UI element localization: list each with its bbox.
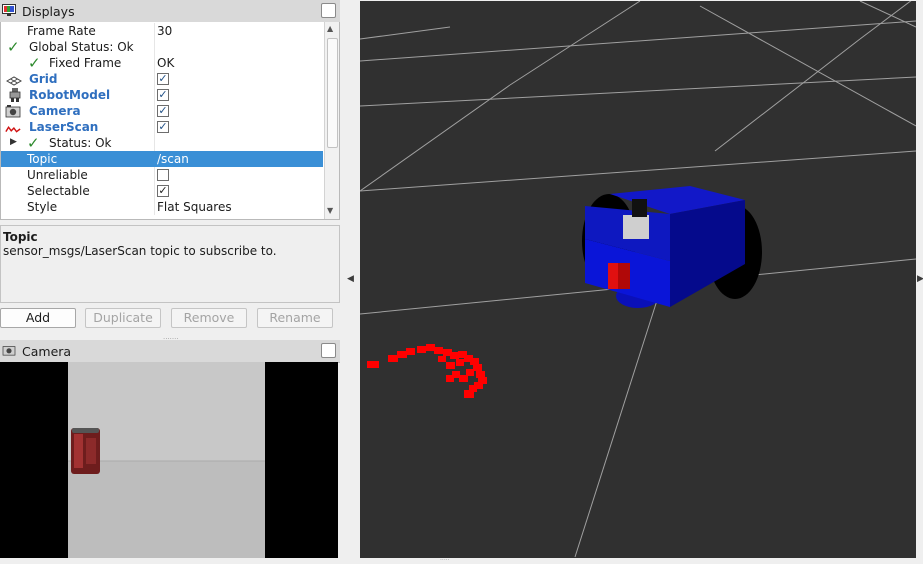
monitor-icon	[2, 4, 16, 16]
laser-scan-icon	[5, 125, 21, 133]
camera-title: Camera	[22, 344, 72, 359]
robotmodel-enabled-checkbox[interactable]: ✓	[157, 89, 169, 101]
camera-enabled-checkbox[interactable]: ✓	[157, 105, 169, 117]
tree-row-unreliable[interactable]: Unreliable	[1, 167, 323, 183]
scroll-up-icon[interactable]: ▲	[327, 24, 333, 33]
bottom-resize-grip[interactable]: ·····	[440, 557, 460, 564]
tree-row-laserscan-status[interactable]: ▶ ✓ Status: Ok	[1, 135, 323, 151]
tree-row-robotmodel[interactable]: RobotModel ✓	[1, 87, 323, 103]
camera-image	[0, 362, 338, 558]
row-label: Unreliable	[27, 168, 88, 182]
duplicate-button[interactable]: Duplicate	[85, 308, 161, 328]
row-label: Selectable	[27, 184, 90, 198]
camera-undock-button[interactable]	[321, 343, 336, 358]
laserscan-enabled-checkbox[interactable]: ✓	[157, 121, 169, 133]
row-label: RobotModel	[29, 88, 111, 102]
topic-value[interactable]: /scan	[157, 152, 189, 166]
row-label: Fixed Frame	[49, 56, 122, 70]
render-3d-view[interactable]	[360, 1, 916, 558]
camera-scene	[68, 362, 265, 558]
tree-row-camera[interactable]: Camera ✓	[1, 103, 323, 119]
row-label: Topic	[27, 152, 58, 166]
camera-header: Camera	[0, 340, 340, 363]
row-label: Frame Rate	[27, 24, 96, 38]
displays-title: Displays	[22, 4, 75, 19]
description-title: Topic	[3, 230, 38, 244]
description-text: sensor_msgs/LaserScan topic to subscribe…	[3, 244, 277, 258]
camera-panel: Camera	[0, 340, 340, 563]
row-label: Camera	[29, 104, 81, 118]
fixed-frame-value: OK	[157, 56, 175, 70]
grid-enabled-checkbox[interactable]: ✓	[157, 73, 169, 85]
tree-row-fixed-frame[interactable]: ✓ Fixed Frame OK	[1, 55, 323, 71]
tree-row-style[interactable]: Style Flat Squares	[1, 199, 323, 215]
row-label: Status: Ok	[49, 136, 112, 150]
row-label: Global Status: Ok	[29, 40, 134, 54]
selectable-checkbox[interactable]: ✓	[157, 185, 169, 197]
laser-scan-points	[367, 344, 487, 398]
check-icon: ✓	[28, 54, 41, 72]
row-label: LaserScan	[29, 120, 99, 134]
property-description: Topic sensor_msgs/LaserScan topic to sub…	[0, 225, 340, 303]
frame-rate-value[interactable]: 30	[157, 24, 172, 38]
robot-icon	[9, 88, 21, 102]
tree-row-global-status[interactable]: ✓ Global Status: Ok	[1, 39, 323, 55]
tree-row-laserscan[interactable]: LaserScan ✓	[1, 119, 323, 135]
camera-icon	[5, 105, 21, 118]
scroll-down-icon[interactable]: ▼	[327, 206, 333, 215]
row-label: Grid	[29, 72, 58, 86]
row-label: Style	[27, 200, 58, 214]
scene-3d	[360, 1, 916, 558]
expand-arrow-icon[interactable]: ▶	[10, 137, 17, 147]
unreliable-checkbox[interactable]	[157, 169, 169, 181]
style-value[interactable]: Flat Squares	[157, 200, 232, 214]
displays-header: Displays	[0, 0, 340, 23]
soda-can	[71, 428, 100, 474]
tree-row-frame-rate[interactable]: Frame Rate 30	[1, 23, 323, 39]
displays-tree[interactable]: Frame Rate 30 ✓ Global Status: Ok ✓ Fixe…	[0, 22, 340, 220]
add-button[interactable]: Add	[0, 308, 76, 328]
collapse-right-icon[interactable]: ▶	[917, 274, 923, 284]
collapse-left-icon[interactable]: ◀	[347, 274, 354, 284]
robot-model	[582, 186, 762, 308]
tree-row-grid[interactable]: Grid ✓	[1, 71, 323, 87]
displays-undock-button[interactable]	[321, 3, 336, 18]
tree-row-selectable[interactable]: Selectable ✓	[1, 183, 323, 199]
tree-scrollbar[interactable]: ▲ ▼	[324, 22, 339, 219]
scrollbar-thumb[interactable]	[327, 38, 338, 148]
check-icon: ✓	[27, 134, 40, 152]
camera-icon	[2, 346, 16, 356]
remove-button[interactable]: Remove	[171, 308, 247, 328]
rename-button[interactable]: Rename	[257, 308, 333, 328]
tree-row-topic[interactable]: Topic /scan	[1, 151, 323, 167]
displays-panel: Displays Frame Rate 30 ✓ Global Status: …	[0, 0, 340, 335]
grid-icon	[6, 76, 22, 86]
check-icon: ✓	[7, 38, 20, 56]
